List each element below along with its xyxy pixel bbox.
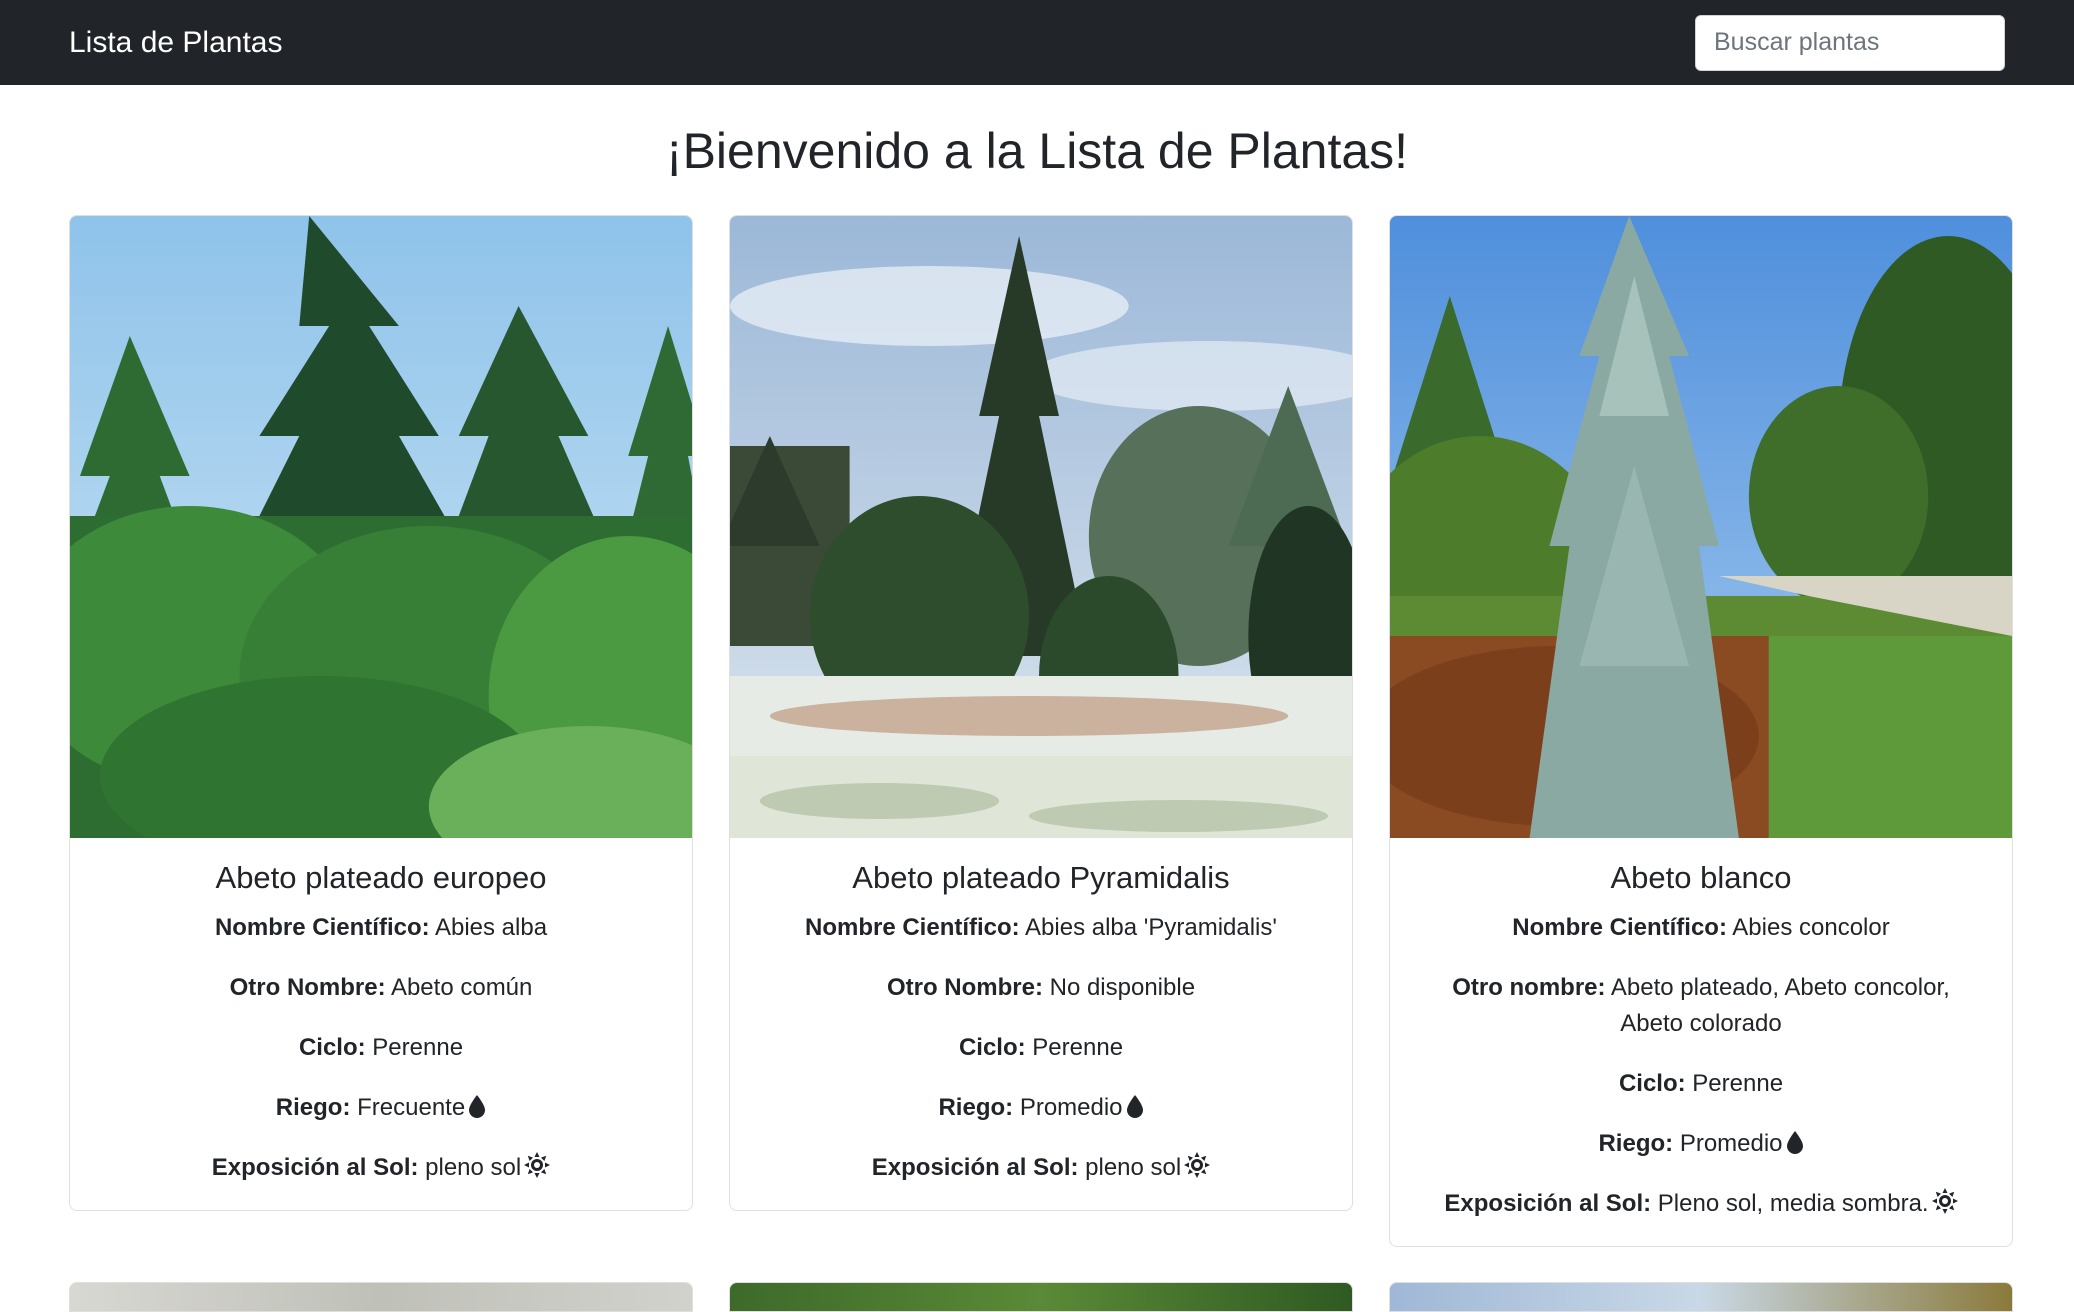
other-name: Otro Nombre: No disponible <box>886 974 1196 1001</box>
plant-card: Abeto plateado Pyramidalis Nombre Cientí… <box>729 215 1353 1211</box>
water-drop-icon <box>468 1094 486 1118</box>
brand-link[interactable]: Lista de Plantas <box>69 26 282 60</box>
other-name: Otro nombre: Abeto plateado, Abeto conco… <box>1452 974 1950 1037</box>
cycle: Ciclo: Perenne <box>298 1034 464 1061</box>
navbar: Lista de Plantas <box>0 0 2074 85</box>
sun-icon <box>524 1152 551 1178</box>
watering: Riego: Promedio <box>750 1090 1332 1126</box>
plant-card-partial <box>1389 1282 2013 1312</box>
scientific-name: Nombre Científico: Abies alba <box>214 914 548 941</box>
plant-title: Abeto blanco <box>1610 860 1792 895</box>
cycle: Ciclo: Perenne <box>1618 1070 1784 1097</box>
plant-image <box>70 216 692 838</box>
sun-exposure: Exposición al Sol: Pleno sol, media somb… <box>1410 1186 1992 1222</box>
scientific-name: Nombre Científico: Abies alba 'Pyramidal… <box>805 914 1277 941</box>
scientific-name: Nombre Científico: Abies concolor <box>1512 914 1890 941</box>
plant-image <box>1390 216 2012 838</box>
water-drop-icon <box>1786 1130 1804 1154</box>
watering: Riego: Promedio <box>1410 1126 1992 1162</box>
plant-title: Abeto plateado europeo <box>215 860 547 895</box>
water-drop-icon <box>1126 1094 1144 1118</box>
sun-icon <box>1184 1152 1211 1178</box>
page-title: ¡Bienvenido a la Lista de Plantas! <box>665 123 1409 179</box>
other-name: Otro Nombre: Abeto común <box>229 974 533 1001</box>
plant-card-partial <box>69 1282 693 1312</box>
plant-card: Abeto blanco Nombre Científico: Abies co… <box>1389 215 2013 1247</box>
plant-card-partial <box>729 1282 1353 1312</box>
watering: Riego: Frecuente <box>90 1090 672 1126</box>
search-input[interactable] <box>1695 14 2005 71</box>
cycle: Ciclo: Perenne <box>958 1034 1124 1061</box>
sun-exposure: Exposición al Sol: pleno sol <box>750 1150 1332 1186</box>
plant-image <box>730 216 1352 838</box>
plant-card: Abeto plateado europeo Nombre Científico… <box>69 215 693 1211</box>
plant-title: Abeto plateado Pyramidalis <box>852 860 1230 895</box>
sun-exposure: Exposición al Sol: pleno sol <box>90 1150 672 1186</box>
sun-icon <box>1931 1188 1958 1214</box>
